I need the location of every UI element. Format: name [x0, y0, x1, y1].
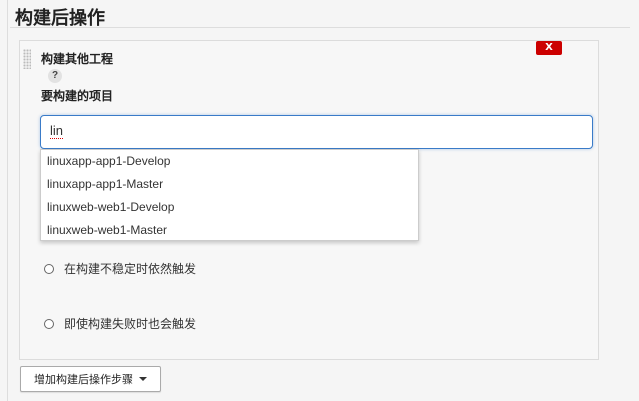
build-step-panel: 构建其他工程 X ? 要构建的项目 lin linuxapp-app1-Deve… — [19, 40, 599, 360]
delete-step-button[interactable]: X — [536, 41, 562, 55]
chevron-down-icon — [139, 377, 147, 381]
radio-icon[interactable] — [44, 263, 54, 274]
radio-icon[interactable] — [44, 318, 54, 329]
projects-input-value: lin — [50, 123, 64, 139]
option-trigger-if-failed[interactable]: 即使构建失败时也会触发 — [44, 315, 196, 332]
autocomplete-item[interactable]: linuxapp-app1-Develop — [41, 150, 418, 173]
step-title: 构建其他工程 — [41, 52, 114, 66]
autocomplete-dropdown: linuxapp-app1-Develop linuxapp-app1-Mast… — [40, 149, 419, 241]
option-trigger-if-unstable[interactable]: 在构建不稳定时依然触发 — [44, 260, 196, 277]
projects-input[interactable]: lin — [40, 115, 593, 149]
option-label: 即使构建失败时也会触发 — [64, 317, 197, 331]
autocomplete-item[interactable]: linuxapp-app1-Master — [41, 173, 418, 196]
help-icon[interactable]: ? — [48, 69, 62, 83]
add-post-build-step-button[interactable]: 增加构建后操作步骤 — [20, 366, 161, 392]
autocomplete-item[interactable]: linuxweb-web1-Develop — [41, 196, 418, 219]
title-divider — [10, 27, 630, 28]
drag-handle-icon[interactable] — [23, 49, 31, 69]
option-label: 在构建不稳定时依然触发 — [64, 262, 197, 276]
projects-field-label: 要构建的项目 — [41, 89, 114, 103]
left-rail — [0, 0, 8, 401]
add-step-label: 增加构建后操作步骤 — [34, 374, 133, 386]
autocomplete-item[interactable]: linuxweb-web1-Master — [41, 219, 418, 242]
